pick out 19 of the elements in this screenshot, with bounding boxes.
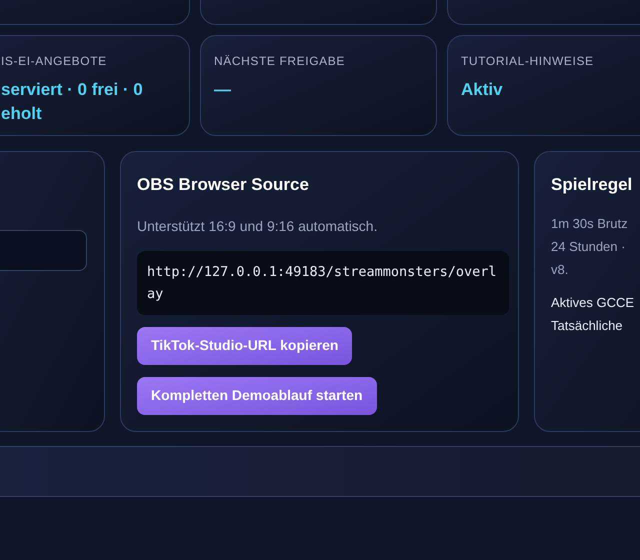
rules-text: v8. bbox=[551, 260, 570, 278]
card-title: Spielregel bbox=[551, 174, 634, 196]
stat-label: IS-EI-ANGEBOTE bbox=[1, 53, 108, 70]
input-field[interactable] bbox=[0, 230, 87, 271]
rules-text: Tatsächliche bbox=[551, 316, 624, 334]
stat-value: eholt bbox=[1, 103, 43, 125]
rules-text: Aktives GCCE bbox=[551, 294, 636, 312]
rules-text: 1m 30s Brutz bbox=[551, 214, 629, 232]
stat-label: NÄCHSTE FREIGABE bbox=[214, 53, 346, 70]
stat-label: TUTORIAL-HINWEISE bbox=[461, 53, 595, 70]
action-button[interactable]: TikTok-Studio-URL kopieren bbox=[137, 326, 352, 365]
stat-value: Aktiv bbox=[461, 79, 504, 101]
rules-text: 24 Stunden · bbox=[551, 238, 626, 256]
url-code: http://127.0.0.1:49183/streammonsters/overlay bbox=[137, 250, 509, 314]
card-title: OBS Browser Source bbox=[137, 174, 309, 196]
card-note: Unterstützt 16:9 und 9:16 automatisch. bbox=[137, 216, 378, 236]
action-button[interactable]: Kompletten Demoablauf starten bbox=[137, 376, 377, 415]
stat-value: — bbox=[214, 79, 232, 101]
stat-value: serviert · 0 frei · 0 bbox=[1, 79, 144, 101]
